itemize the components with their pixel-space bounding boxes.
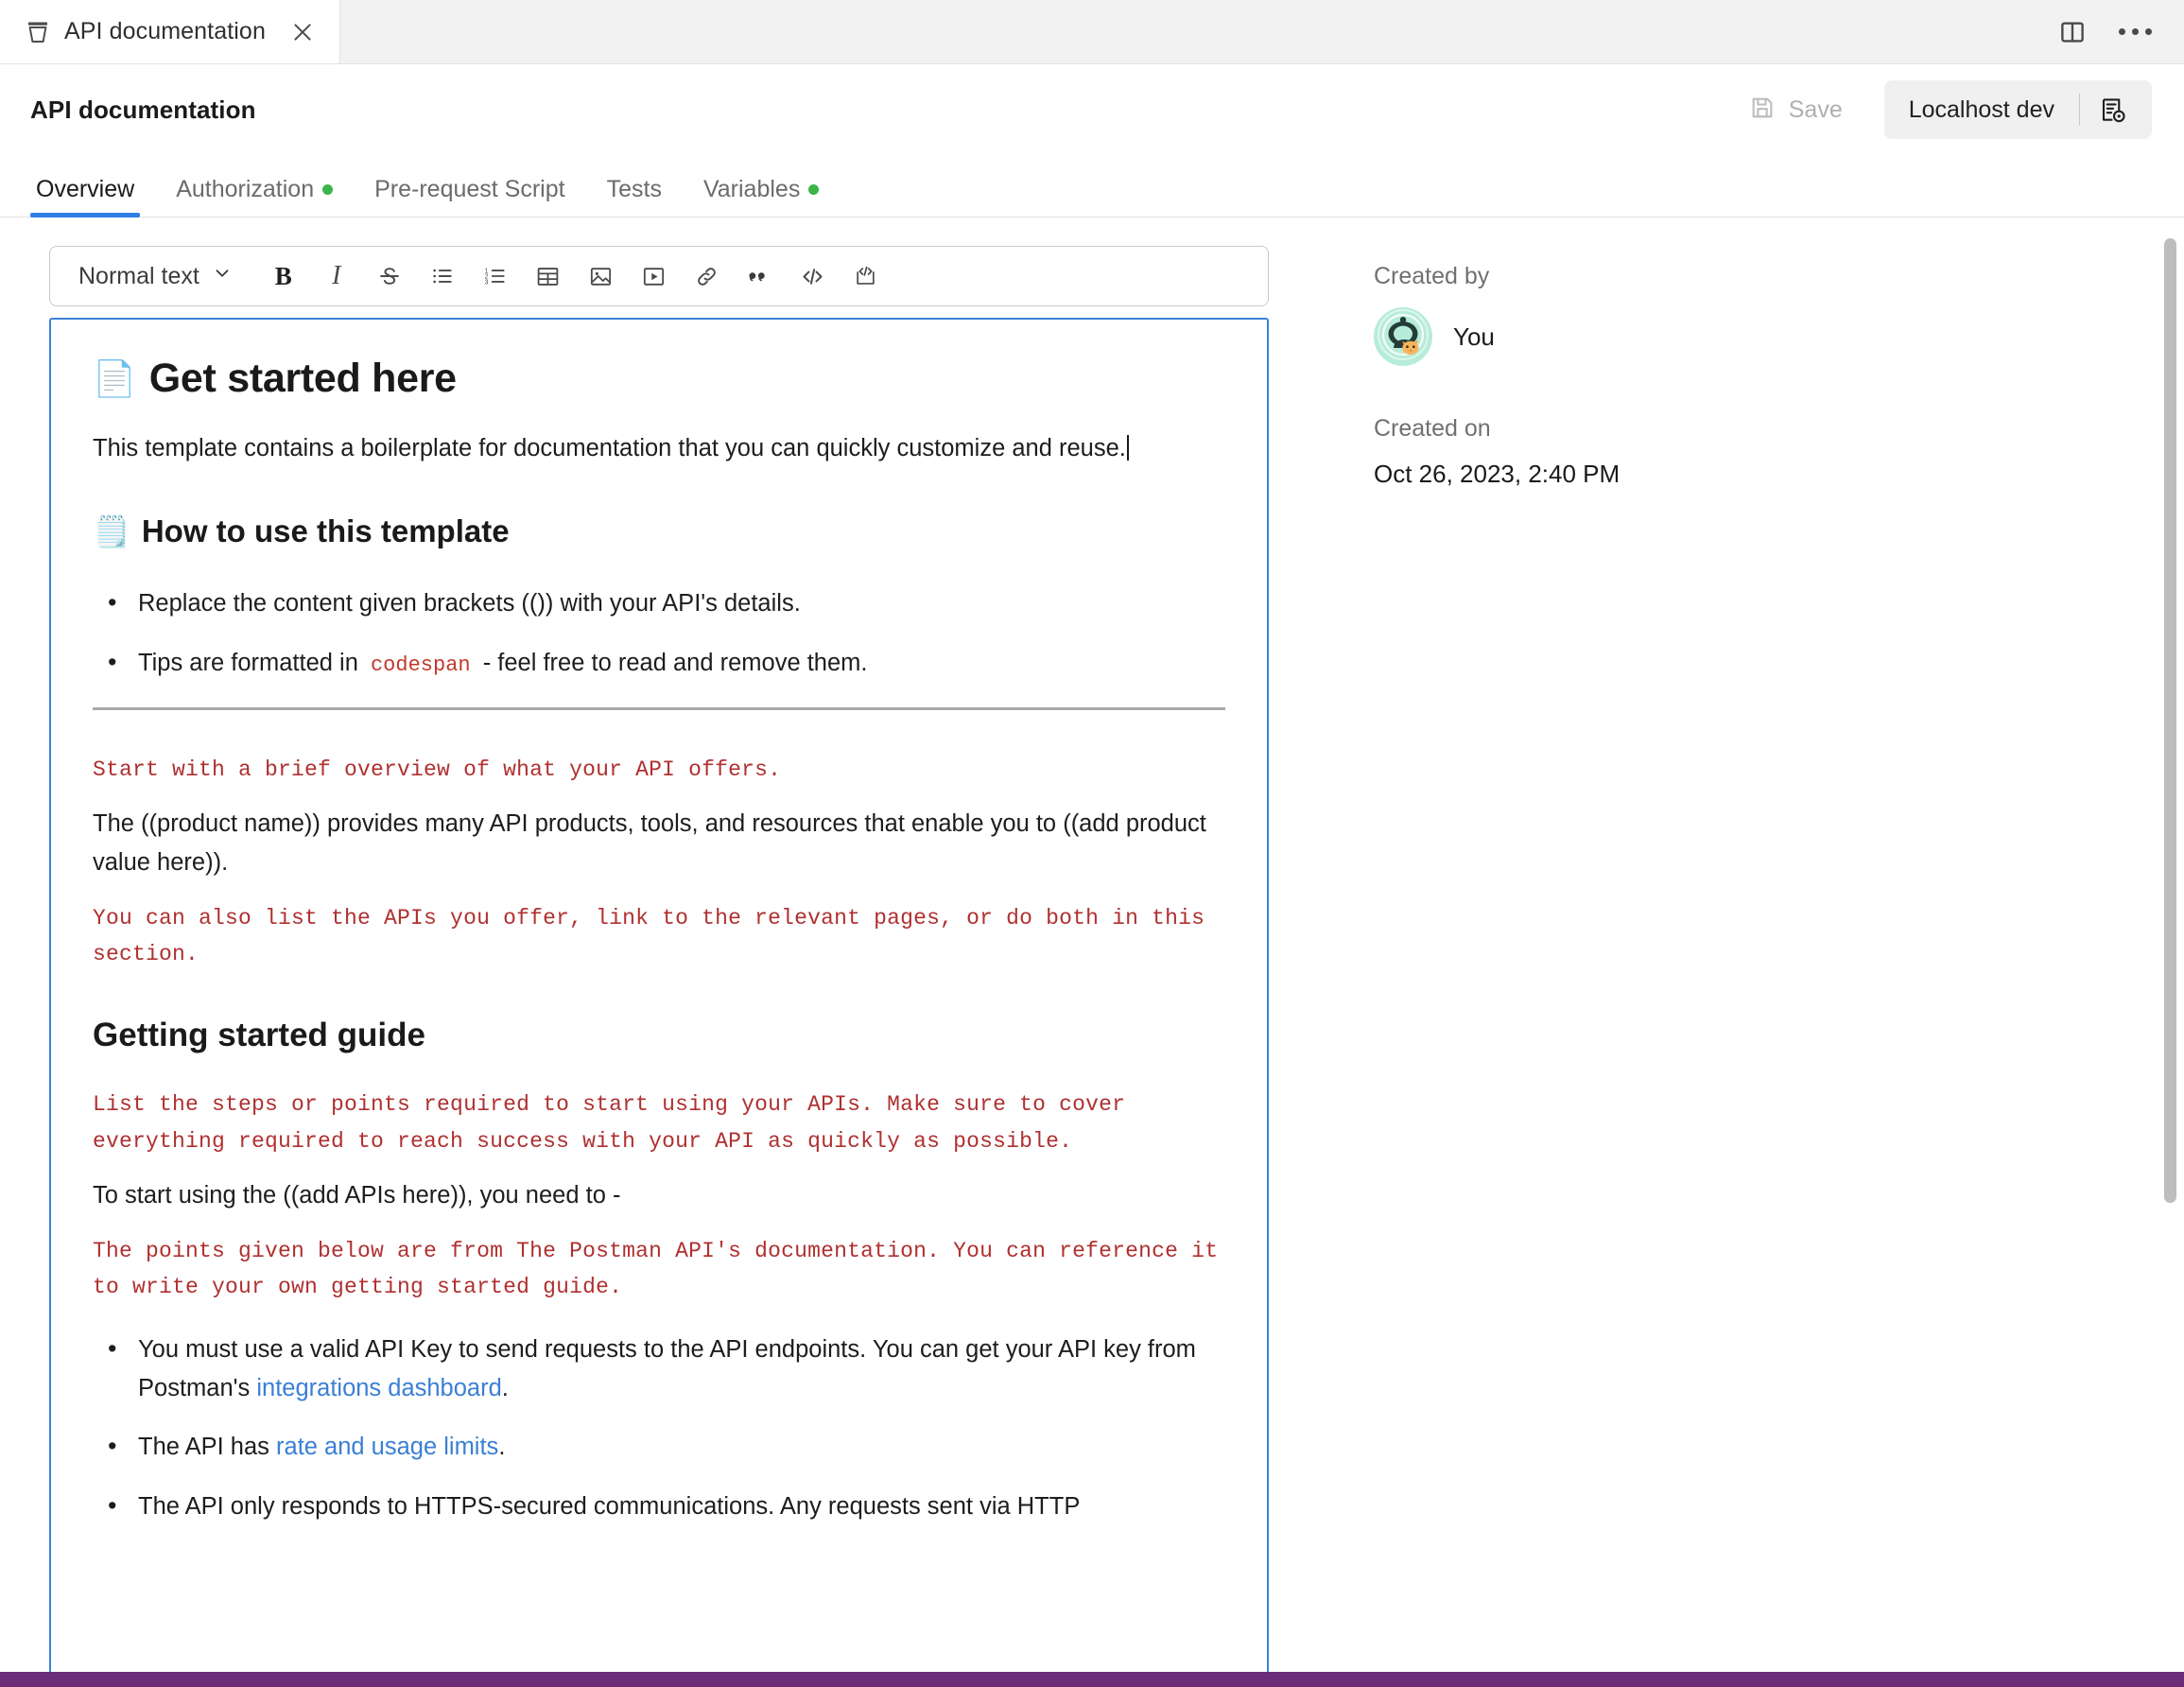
list-item-text: The API has [138,1434,277,1461]
created-on-value: Oct 26, 2023, 2:40 PM [1374,460,1621,488]
header-actions: Save Localhost dev [1734,80,2152,139]
list-item-text-after: . [501,1374,509,1401]
user-avatar [1374,307,1432,366]
text-style-dropdown[interactable]: Normal text [63,253,248,299]
list-item-text: Replace the content given brackets (()) … [138,589,801,617]
editor-pane: Normal text B I 1 2 3 📄 Get started here… [0,217,1319,1672]
bold-button[interactable]: B [257,253,310,299]
status-bar [0,1672,2184,1687]
tab-strip: API documentation [0,0,2184,64]
tab-authorization[interactable]: Authorization [155,176,354,217]
close-icon[interactable] [288,18,317,46]
created-by-label: Created by [1374,263,1490,289]
list-item-text: The API only responds to HTTPS-secured c… [138,1493,1081,1521]
doc-tip-1: Start with a brief overview of what your… [93,757,782,782]
doc-intro-paragraph: This template contains a boilerplate for… [93,429,1225,468]
save-label: Save [1788,96,1843,123]
list-item: The API has rate and usage limits. [93,1426,1225,1467]
doc-paragraph-1: The ((product name)) provides many API p… [93,810,1206,877]
svg-text:3: 3 [484,279,488,286]
tab-pre-request-script[interactable]: Pre-request Script [354,176,585,217]
table-button[interactable] [522,253,575,299]
list-item-text-after: - feel free to read and remove them. [476,649,868,676]
link-rate-and-usage-limits[interactable]: rate and usage limits [276,1434,498,1460]
status-dot [322,184,334,195]
list-item-text: Tips are formatted in [138,649,365,676]
list-item: The API only responds to HTTPS-secured c… [93,1486,1225,1526]
italic-button[interactable]: I [310,253,363,299]
more-options-icon[interactable] [2119,28,2152,35]
list-item-text-after: . [498,1434,506,1461]
doc-tip-4: The points given below are from The Post… [93,1238,1219,1300]
video-button[interactable] [628,253,681,299]
collection-icon [25,19,51,45]
created-by-value: You [1453,322,1495,351]
overview-body: Normal text B I 1 2 3 📄 Get started here… [0,217,2184,1672]
doc-heading-howto-text: How to use this template [141,513,510,549]
created-on-label: Created on [1374,415,1491,442]
tab-label: Variables [702,176,801,202]
doc-heading-howto: 🗒️ How to use this template [93,512,1225,552]
status-dot [808,184,820,195]
blockquote-button[interactable] [734,253,787,299]
page-facing-up-emoji: 📄 [93,359,136,399]
text-cursor [1126,434,1129,461]
strikethrough-button[interactable] [363,253,416,299]
link-button[interactable] [681,253,734,299]
image-button[interactable] [575,253,628,299]
tab-strip-controls [2058,0,2184,63]
spiral-notepad-emoji: 🗒️ [93,514,130,549]
inline-code: codespan [370,652,471,677]
tab-label: Overview [36,176,135,202]
numbered-list-button[interactable]: 1 2 3 [469,253,522,299]
document-header: API documentation Save Localhost dev [0,64,2184,155]
tab-api-documentation[interactable]: API documentation [0,0,340,63]
list-item: Tips are formatted in codespan - feel fr… [93,642,1225,683]
environment-quick-look-icon[interactable] [2080,80,2146,139]
doc-intro-text: This template contains a boilerplate for… [93,434,1126,461]
environment-group: Localhost dev [1883,80,2152,139]
horizontal-rule [93,706,1225,710]
howto-bullet-list: Replace the content given brackets (()) … [93,583,1225,683]
doc-paragraph-2: To start using the ((add APIs here)), yo… [93,1182,621,1209]
collection-tabs: Overview Authorization Pre-request Scrip… [0,155,2184,217]
tab-overview[interactable]: Overview [15,176,155,217]
page-title: API documentation [30,95,256,124]
metadata-sidebar: Created by You Created on Oct 26, 2023, … [1319,217,2184,1672]
list-item: You must use a valid API Key to send req… [93,1329,1225,1408]
vertical-scrollbar[interactable] [2164,238,2176,1203]
inline-code-button[interactable] [787,253,840,299]
floppy-disk-icon [1749,95,1776,126]
code-block-button[interactable] [840,253,893,299]
environment-selector[interactable]: Localhost dev [1884,80,2079,139]
tab-label: Tests [606,176,662,202]
getting-started-bullet-list: You must use a valid API Key to send req… [93,1329,1225,1526]
list-item: Replace the content given brackets (()) … [93,583,1225,623]
link-integrations-dashboard[interactable]: integrations dashboard [256,1375,501,1401]
chevron-down-icon [212,263,233,290]
bullet-list-button[interactable] [416,253,469,299]
tab-label: Authorization [176,176,315,202]
tab-tests[interactable]: Tests [586,176,683,217]
doc-tip-3: List the steps or points required to sta… [93,1092,1126,1154]
tab-label: API documentation [64,18,266,44]
documentation-editor[interactable]: 📄 Get started here This template contain… [49,318,1269,1672]
editor-toolbar: Normal text B I 1 2 3 [49,246,1269,306]
tab-label: Pre-request Script [374,176,565,202]
doc-heading-1-text: Get started here [148,356,457,401]
split-layout-icon[interactable] [2058,18,2087,46]
text-style-label: Normal text [78,262,199,289]
doc-tip-2: You can also list the APIs you offer, li… [93,905,1205,967]
created-by-row: You [1374,307,2184,366]
tab-variables[interactable]: Variables [683,176,840,217]
postman-app-window: API documentation API documentation Save… [0,0,2184,1687]
save-button[interactable]: Save [1734,85,1858,135]
doc-heading-1: 📄 Get started here [93,354,1225,405]
doc-heading-getting-started: Getting started guide [93,1017,425,1053]
